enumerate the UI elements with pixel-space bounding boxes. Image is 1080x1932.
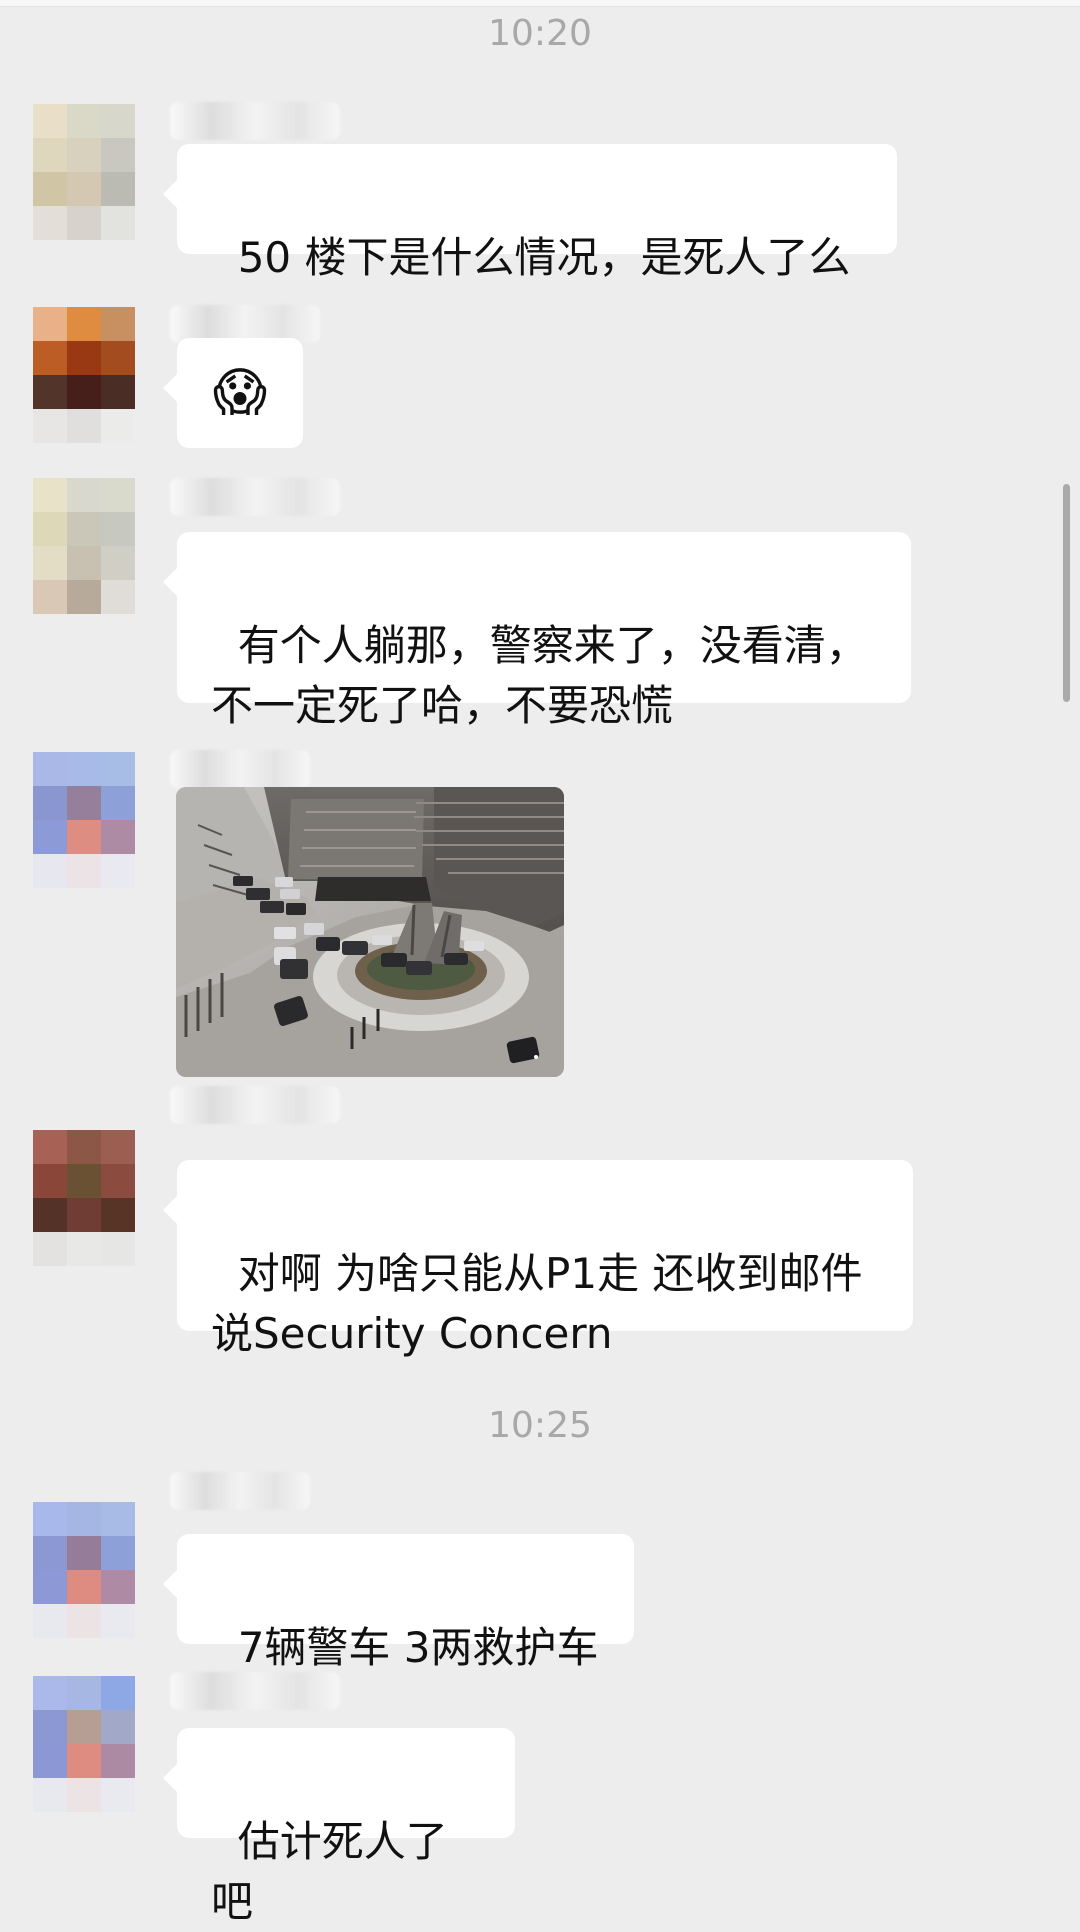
parking-lot-photo-icon	[176, 787, 564, 1077]
screaming-face-icon: 😱	[212, 363, 268, 423]
avatar[interactable]	[33, 1130, 135, 1266]
message-text: 50 楼下是什么情况，是死人了么	[237, 233, 851, 282]
sender-name	[170, 1672, 340, 1710]
message-text: 估计死人了吧	[211, 1817, 448, 1926]
message-text: 对啊 为啥只能从P1走 还收到邮件 说Security Concern	[211, 1249, 863, 1358]
message-bubble[interactable]: 对啊 为啥只能从P1走 还收到邮件 说Security Concern	[163, 1160, 913, 1358]
avatar[interactable]	[33, 478, 135, 614]
avatar[interactable]	[33, 1676, 135, 1812]
message-bubble[interactable]: 7辆警车 3两救护车	[163, 1534, 634, 1672]
message-bubble[interactable]: 估计死人了吧	[163, 1728, 515, 1926]
message-bubble[interactable]: 50 楼下是什么情况，是死人了么	[163, 144, 897, 282]
sender-name	[170, 1086, 340, 1124]
avatar[interactable]	[33, 752, 135, 888]
timestamp-divider: 10:20	[488, 13, 592, 54]
avatar[interactable]	[33, 104, 135, 240]
sender-name	[170, 1472, 310, 1510]
message-text: 7辆警车 3两救护车	[237, 1623, 599, 1672]
timestamp-divider: 10:25	[488, 1405, 592, 1446]
sender-name	[170, 750, 310, 788]
sender-name	[170, 478, 340, 516]
message-bubble[interactable]: 有个人躺那，警察来了，没看清， 不一定死了哈，不要恐慌	[163, 532, 911, 730]
scrollbar[interactable]	[1063, 484, 1070, 702]
top-edge	[0, 0, 1080, 7]
emoji-message-bubble[interactable]: 😱	[163, 338, 303, 448]
avatar[interactable]	[33, 307, 135, 443]
shared-photo[interactable]	[176, 787, 564, 1077]
avatar[interactable]	[33, 1502, 135, 1638]
sender-name	[170, 102, 340, 140]
message-text: 有个人躺那，警察来了，没看清， 不一定死了哈，不要恐慌	[211, 621, 868, 730]
